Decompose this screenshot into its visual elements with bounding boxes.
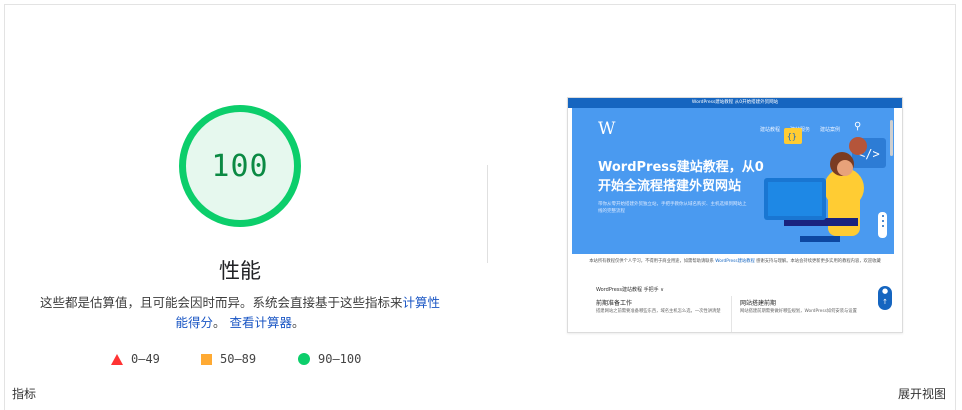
thumb-scrollbar (890, 120, 893, 156)
score-description: 这些都是估算值，且可能会因时而异。系统会直接基于这些指标来计算性能得分。 查看计… (35, 293, 445, 333)
final-screenshot[interactable]: WordPress建站教程 从0开始搭建外贸网站 W 建站教程 建站服务 建站案… (567, 97, 903, 333)
thumb-notice-pre: 本站所有教程仅供个人学习，不得用于商业用途，如需帮助请联系 (589, 259, 716, 264)
thumb-subtext: 带你从零开始搭建外贸独立站，手把手教你从域名购买、主机选择到网站上线的完整流程 (598, 202, 747, 214)
vertical-divider (487, 165, 488, 263)
view-calculator-link[interactable]: 查看计算器 (229, 315, 292, 330)
thumb-notice-post: 感谢支持与理解。本站会持续更新更多实用的教程内容，欢迎收藏 (754, 259, 881, 264)
thumb-col2-title: 网站搭建前期 (740, 300, 777, 307)
performance-card: 100 性能 这些都是估算值，且可能会因时而异。系统会直接基于这些指标来计算性能… (4, 4, 956, 410)
metrics-label: 指标 (12, 387, 37, 401)
thumb-col2-text: 网站搭建前期需要做好哪些规划，WordPress如何安装与设置 (740, 309, 857, 314)
description-text: 这些都是估算值，且可能会因时而异。系统会直接基于这些指标来 (39, 295, 403, 310)
category-title: 性能 (219, 259, 261, 283)
legend-pass: 90–100 (298, 352, 361, 366)
thumb-notice-link: WordPress建站教程 (715, 259, 755, 264)
thumb-section-title: WordPress建站教程 手把手 ∨ (596, 287, 664, 293)
square-icon (201, 353, 212, 365)
legend-pass-label: 90–100 (318, 352, 362, 366)
thumb-col-divider (731, 296, 732, 332)
thumb-col1-title: 前期准备工作 (596, 300, 633, 307)
thumb-col1-text: 搭建网站之前需要准备哪些东西，域名主机怎么选，一次性讲清楚 (596, 309, 721, 314)
score-gauge[interactable]: 100 (179, 105, 301, 227)
description-sep: 。 (212, 315, 226, 330)
chat-fab[interactable]: ● ↑ (878, 286, 892, 310)
triangle-icon (111, 353, 123, 365)
chat-icon: ● (881, 287, 889, 295)
thumb-notice: 本站所有教程仅供个人学习，不得用于商业用途，如需帮助请联系 WordPress建… (588, 258, 882, 265)
legend-fail-label: 0–49 (131, 352, 160, 366)
score-value: 100 (211, 148, 269, 184)
expand-view-button[interactable]: 展开视图 (898, 385, 946, 402)
thumb-logo: W (598, 119, 616, 139)
thumb-topbar: WordPress建站教程 从0开始搭建外贸网站 (568, 98, 902, 108)
legend-average: 50–89 (201, 352, 256, 366)
svg-text:{}: {} (787, 132, 797, 141)
legend-average-label: 50–89 (220, 352, 257, 366)
share-sidebar[interactable] (878, 212, 887, 238)
arrow-up-icon: ↑ (882, 298, 888, 306)
circle-icon (298, 353, 310, 365)
developer-illustration-icon: </> {} (764, 128, 886, 242)
legend-fail: 0–49 (111, 352, 160, 366)
thumb-hero: W 建站教程 建站服务 建站案例 ⚲ WordPress建站教程，从0 开始全流… (572, 108, 894, 254)
description-end: 。 (292, 315, 305, 330)
